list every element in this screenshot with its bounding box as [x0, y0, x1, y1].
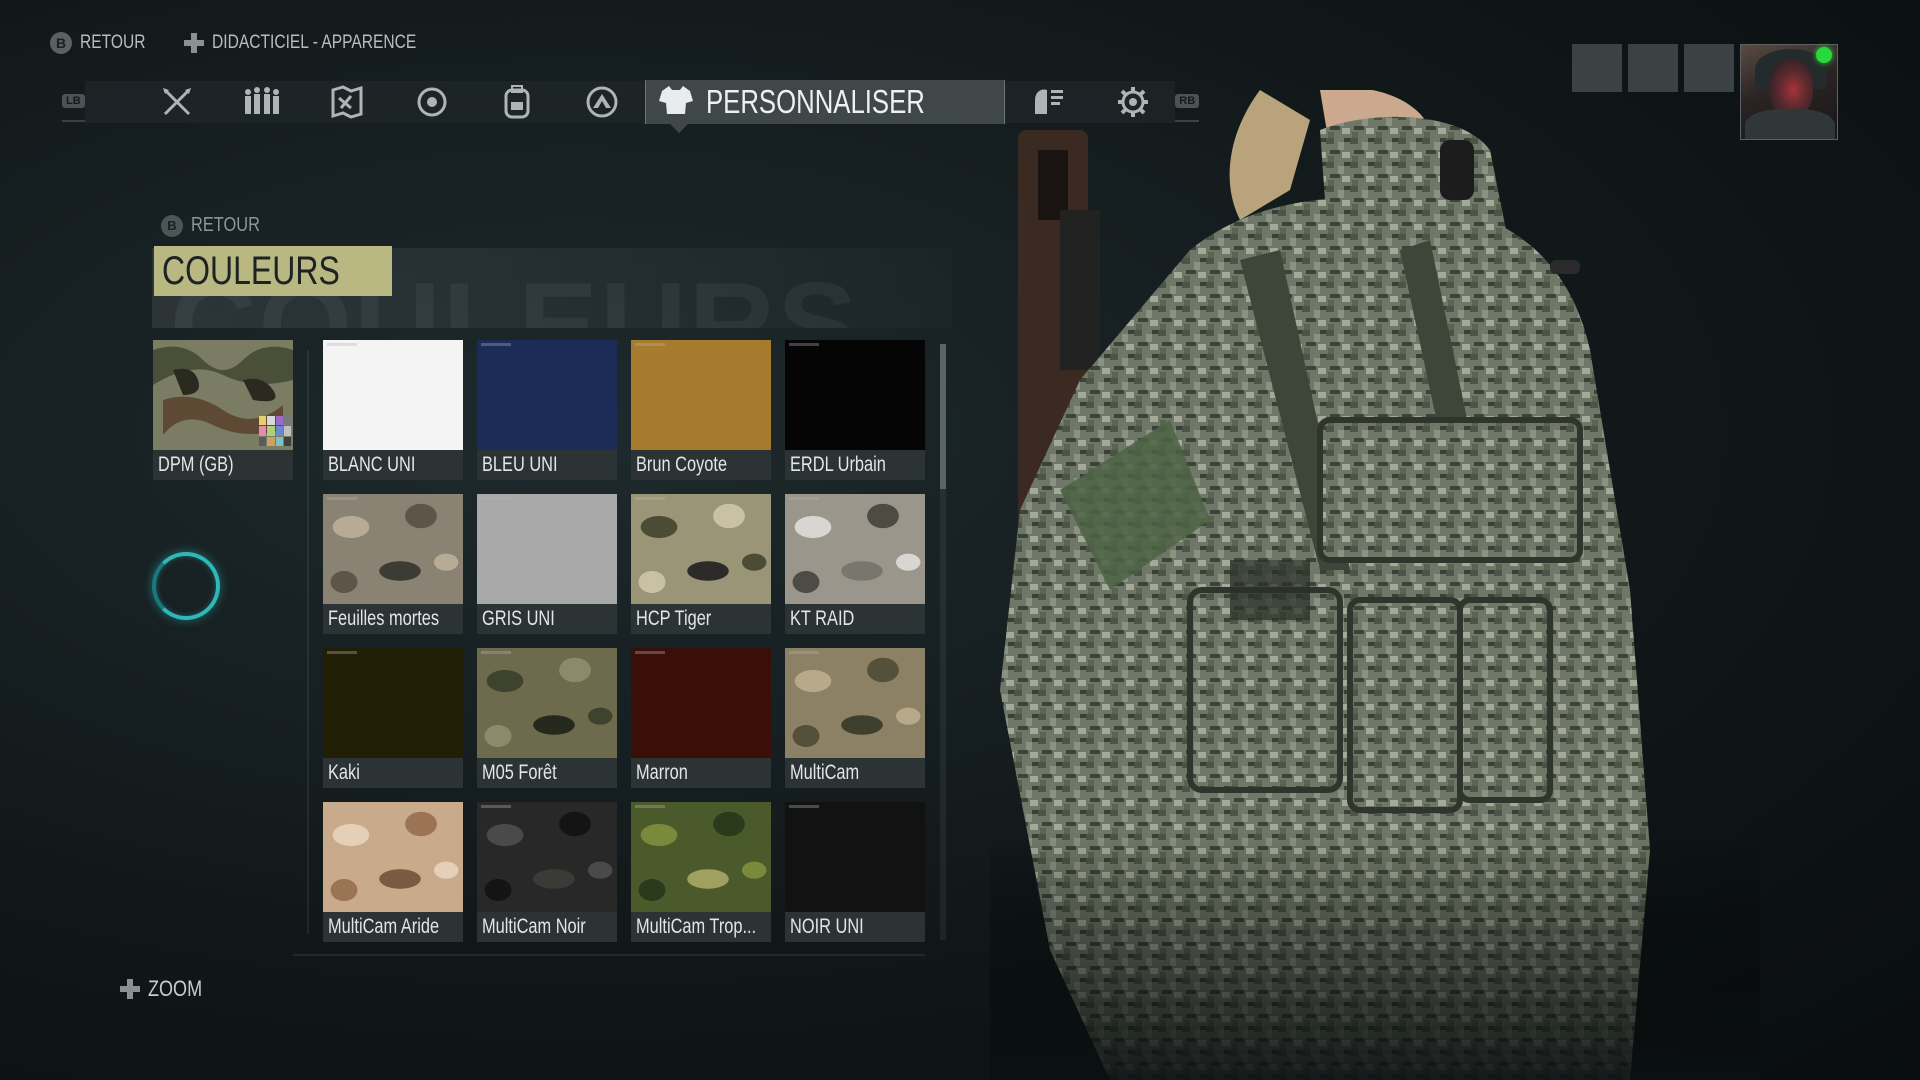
- page-title: COULEURS: [154, 246, 393, 296]
- pattern-tile[interactable]: Brun Coyote: [631, 340, 771, 480]
- zoom-label: ZOOM: [148, 976, 203, 1001]
- tile-label: BLANC UNI: [323, 450, 463, 480]
- left-bumper[interactable]: LB: [62, 82, 85, 122]
- pattern-swatch: [323, 494, 463, 604]
- pattern-tile[interactable]: BLANC UNI: [323, 340, 463, 480]
- pattern-tile[interactable]: Marron: [631, 648, 771, 788]
- pattern-swatch: [323, 340, 463, 450]
- tab-personnaliser-label: PERSONNALISER: [705, 83, 925, 120]
- pattern-tile[interactable]: MultiCam Noir: [477, 802, 617, 942]
- tile-label: Marron: [631, 758, 771, 788]
- dpad-icon: [120, 979, 140, 999]
- section-back-hint[interactable]: B RETOUR: [161, 214, 275, 237]
- pattern-swatch: [631, 340, 771, 450]
- tile-label: HCP Tiger: [631, 604, 771, 634]
- pattern-tile[interactable]: KT RAID: [785, 494, 925, 634]
- pattern-swatch: [477, 340, 617, 450]
- squad-slot[interactable]: [1684, 44, 1734, 92]
- tab-personnaliser[interactable]: PERSONNALISER: [644, 80, 1006, 133]
- tile-label: MultiCam Noir: [477, 912, 617, 942]
- squad-icon[interactable]: [220, 81, 305, 123]
- back-hint-label: RETOUR: [80, 32, 146, 53]
- pattern-swatch: [785, 802, 925, 912]
- pattern-tile[interactable]: M05 Forêt: [477, 648, 617, 788]
- tile-label: M05 Forêt: [477, 758, 617, 788]
- pattern-swatch: [785, 494, 925, 604]
- backpack-icon[interactable]: [475, 81, 560, 123]
- map-icon[interactable]: [305, 81, 390, 123]
- scrollbar-thumb[interactable]: [940, 344, 946, 489]
- squad-slots: [1572, 44, 1734, 92]
- palette-chip-icon: [259, 416, 291, 446]
- pattern-swatch: [477, 494, 617, 604]
- pattern-swatch: [631, 802, 771, 912]
- tile-label: DPM (GB): [153, 450, 293, 480]
- tile-label: GRIS UNI: [477, 604, 617, 634]
- pattern-swatch: [785, 340, 925, 450]
- tile-label: Brun Coyote: [631, 450, 771, 480]
- section-back-label: RETOUR: [191, 214, 260, 236]
- page-title-text: COULEURS: [162, 248, 340, 293]
- divider: [307, 350, 309, 934]
- b-button-icon: B: [50, 32, 72, 54]
- emblem-icon[interactable]: [560, 81, 645, 123]
- divider: [293, 954, 925, 956]
- pattern-tile[interactable]: MultiCam: [785, 648, 925, 788]
- pattern-swatch: [477, 648, 617, 758]
- pattern-tile[interactable]: GRIS UNI: [477, 494, 617, 634]
- tile-label: KT RAID: [785, 604, 925, 634]
- pattern-tile[interactable]: Kaki: [323, 648, 463, 788]
- tile-label: NOIR UNI: [785, 912, 925, 942]
- tile-label: Kaki: [323, 758, 463, 788]
- tile-label: ERDL Urbain: [785, 450, 925, 480]
- customize-shirt-icon: [658, 83, 694, 122]
- squad-slot[interactable]: [1628, 44, 1678, 92]
- pattern-tile[interactable]: MultiCam Trop...: [631, 802, 771, 942]
- crossed-weapons-icon[interactable]: [135, 81, 220, 123]
- tile-label: Feuilles mortes: [323, 604, 463, 634]
- pattern-tile[interactable]: Feuilles mortes: [323, 494, 463, 634]
- pattern-swatch: [785, 648, 925, 758]
- pattern-tile[interactable]: NOIR UNI: [785, 802, 925, 942]
- pattern-tile[interactable]: ERDL Urbain: [785, 340, 925, 480]
- pattern-swatch: [323, 802, 463, 912]
- tile-label: BLEU UNI: [477, 450, 617, 480]
- pattern-swatch: [477, 802, 617, 912]
- pattern-tile[interactable]: BLEU UNI: [477, 340, 617, 480]
- pattern-tile[interactable]: MultiCam Aride: [323, 802, 463, 942]
- target-icon[interactable]: [390, 81, 475, 123]
- selected-pattern-tile[interactable]: DPM (GB): [153, 340, 293, 480]
- left-bumper-label: LB: [62, 94, 85, 108]
- top-hints: B RETOUR DIDACTICIEL - APPARENCE: [50, 30, 461, 56]
- character-preview: [990, 90, 1760, 1080]
- tile-label: MultiCam: [785, 758, 925, 788]
- b-button-icon: B: [161, 214, 183, 237]
- back-hint[interactable]: B RETOUR: [50, 32, 160, 54]
- online-status-icon: [1816, 47, 1832, 63]
- tutorial-hint[interactable]: DIDACTICIEL - APPARENCE: [183, 32, 461, 54]
- loading-spinner-icon: [152, 552, 220, 620]
- squad-slot[interactable]: [1572, 44, 1622, 92]
- pattern-swatch: [323, 648, 463, 758]
- pattern-swatch: [631, 494, 771, 604]
- tile-label: MultiCam Aride: [323, 912, 463, 942]
- zoom-hint[interactable]: ZOOM: [120, 976, 214, 1002]
- tutorial-hint-label: DIDACTICIEL - APPARENCE: [211, 32, 417, 53]
- dpad-icon: [183, 33, 204, 53]
- grid-scrollbar[interactable]: [940, 344, 946, 940]
- pattern-tile[interactable]: HCP Tiger: [631, 494, 771, 634]
- tile-label: MultiCam Trop...: [631, 912, 771, 942]
- pattern-swatch: [631, 648, 771, 758]
